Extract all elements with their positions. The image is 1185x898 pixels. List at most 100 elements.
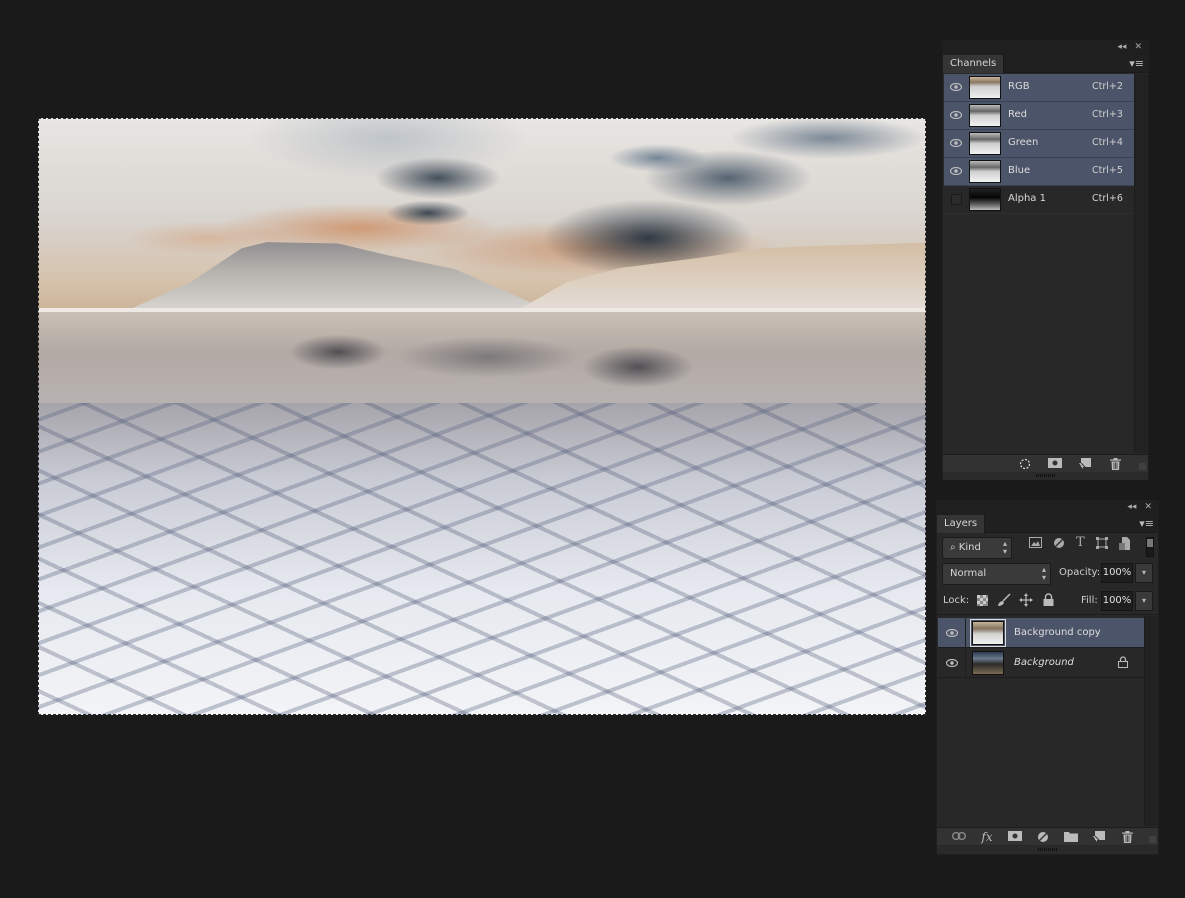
visibility-toggle[interactable] [951,194,962,205]
mask-icon[interactable] [1008,831,1022,843]
filter-kind-select[interactable]: ⌕ Kind ▴ ▾ [942,537,1012,559]
tab-layers[interactable]: Layers [937,515,986,533]
save-selection-icon[interactable] [1048,458,1062,470]
document-canvas[interactable] [38,118,926,715]
panel-bottom-bar [943,472,1148,480]
filter-toggle-switch[interactable] [1146,537,1154,557]
channel-shortcut: Ctrl+2 [1092,81,1123,92]
channels-panel: ◂◂ ✕ Channels ▾≡ RGB Ctrl+2 Red Ctrl+3 G… [942,40,1149,480]
tab-channels[interactable]: Channels [943,55,1005,73]
new-layer-icon[interactable] [1092,831,1106,843]
filter-icons: T [1029,536,1130,553]
drag-handle[interactable] [1035,474,1056,477]
channel-name: Red [1008,109,1027,120]
fill-input[interactable]: 100% [1101,591,1133,611]
updown-arrows-icon: ▴ ▾ [1002,539,1007,556]
eye-icon[interactable] [946,629,958,637]
visibility-cell[interactable] [938,648,966,678]
adjustment-icon[interactable] [1036,831,1050,843]
eye-icon[interactable] [950,139,962,147]
channel-row-alpha-1[interactable]: Alpha 1 Ctrl+6 [944,186,1134,214]
panel-header: ◂◂ ✕ [937,501,1158,515]
channel-thumbnail [969,76,1001,99]
layer-row-background[interactable]: Background [938,648,1144,678]
opacity-label: Opacity: [1059,567,1101,578]
channel-name: Green [1008,137,1039,148]
lock-icon [1118,656,1128,671]
trash-icon[interactable] [1120,831,1134,843]
lock-all-icon[interactable] [1043,593,1054,609]
layer-name[interactable]: Background copy [1014,627,1101,638]
trash-icon[interactable] [1108,458,1122,470]
eye-icon[interactable] [950,111,962,119]
channel-thumbnail [969,160,1001,183]
layers-footer: fx [937,827,1158,845]
search-icon: ⌕ [950,542,959,553]
panel-bottom-bar [937,846,1158,854]
layer-list: Background copy Background [938,618,1144,678]
panel-header: ◂◂ ✕ [943,41,1148,55]
resize-grip[interactable] [1149,836,1156,843]
eye-icon[interactable] [946,659,958,667]
layer-row-background-copy[interactable]: Background copy [938,618,1144,648]
double-chevron-left-icon[interactable]: ◂◂ [1117,42,1126,52]
opacity-dropdown-button[interactable]: ▾ [1135,563,1153,583]
channels-footer [943,454,1148,472]
channel-name: Blue [1008,165,1031,176]
new-channel-icon[interactable] [1078,458,1092,470]
channel-name: RGB [1008,81,1030,92]
channel-shortcut: Ctrl+4 [1092,137,1123,148]
channel-row-rgb[interactable]: RGB Ctrl+2 [944,74,1134,102]
channel-row-green[interactable]: Green Ctrl+4 [944,130,1134,158]
lock-image-pixels-icon[interactable] [997,593,1011,610]
channel-list: RGB Ctrl+2 Red Ctrl+3 Green Ctrl+4 Blue … [944,74,1134,214]
fx-icon[interactable]: fx [980,831,994,843]
panel-menu-icon[interactable]: ▾≡ [1129,58,1144,70]
channel-shortcut: Ctrl+3 [1092,109,1123,120]
resize-grip[interactable] [1139,463,1146,470]
smart-object-filter-icon[interactable] [1118,537,1130,553]
divider [937,614,1158,615]
adjustment-filter-icon[interactable] [1053,537,1065,553]
channel-row-blue[interactable]: Blue Ctrl+5 [944,158,1134,186]
channel-thumbnail [969,104,1001,127]
lock-label: Lock: [943,595,970,606]
channel-thumbnail [969,188,1001,211]
load-selection-icon[interactable] [1018,458,1032,470]
blend-mode-select[interactable]: Normal ▴ ▾ [942,563,1051,585]
panel-menu-icon[interactable]: ▾≡ [1139,518,1154,530]
shape-filter-icon[interactable] [1095,537,1108,553]
canvas-water [38,312,926,412]
layer-name[interactable]: Background [1014,657,1074,668]
channel-row-red[interactable]: Red Ctrl+3 [944,102,1134,130]
eye-icon[interactable] [950,83,962,91]
channel-shortcut: Ctrl+6 [1092,193,1123,204]
link-icon[interactable] [951,831,967,843]
eye-icon[interactable] [950,167,962,175]
close-icon[interactable]: ✕ [1134,42,1142,52]
layers-panel: ◂◂ ✕ Layers ▾≡ ⌕ Kind ▴ ▾ T Normal ▴ ▾ Opa… [936,500,1159,855]
folder-icon[interactable] [1064,831,1078,843]
tab-bar: Channels ▾≡ [943,55,1148,73]
lock-transparent-pixels-icon[interactable] [977,595,988,609]
canvas-ice [38,403,926,715]
fill-dropdown-button[interactable]: ▾ [1135,591,1153,611]
channel-name: Alpha 1 [1008,193,1046,204]
lock-position-icon[interactable] [1019,593,1033,610]
fill-label: Fill: [1081,595,1098,606]
close-icon[interactable]: ✕ [1144,502,1152,512]
pixel-filter-icon[interactable] [1029,537,1042,553]
updown-arrows-icon: ▴ ▾ [1041,565,1046,582]
double-chevron-left-icon[interactable]: ◂◂ [1127,502,1136,512]
scrollbar[interactable] [1134,74,1148,453]
visibility-cell[interactable] [938,618,966,648]
layer-thumbnail [970,619,1006,647]
type-filter-icon[interactable]: T [1076,536,1085,553]
channel-shortcut: Ctrl+5 [1092,165,1123,176]
tab-bar: Layers ▾≡ [937,515,1158,533]
drag-handle[interactable] [1037,848,1058,851]
filter-kind-value: Kind [958,542,981,553]
channel-thumbnail [969,132,1001,155]
opacity-input[interactable]: 100% [1101,563,1133,583]
scrollbar[interactable] [1144,616,1158,826]
